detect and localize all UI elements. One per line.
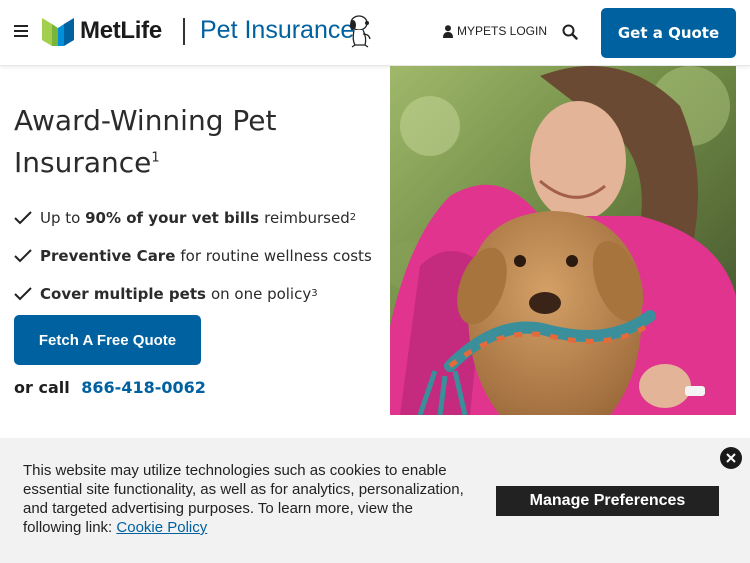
benefit-text: reimbursed bbox=[264, 209, 350, 227]
benefits-list: Up to 90% of your vet bills reimbursed 2 … bbox=[14, 199, 372, 313]
cookie-message: This website may utilize technologies su… bbox=[23, 461, 473, 537]
call-line: or call 866-418-0062 bbox=[14, 378, 206, 397]
title-footnote: 1 bbox=[151, 150, 160, 166]
cookie-policy-link[interactable]: Cookie Policy bbox=[116, 519, 207, 536]
product-name[interactable]: Pet Insurance bbox=[200, 16, 354, 45]
brand-name[interactable]: MetLife bbox=[80, 17, 162, 45]
hero-photo bbox=[390, 66, 736, 415]
check-icon bbox=[14, 287, 32, 301]
close-icon[interactable] bbox=[720, 447, 742, 469]
benefit-highlight: Cover multiple pets bbox=[40, 285, 206, 303]
benefit-text: on one policy bbox=[210, 285, 312, 303]
menu-icon[interactable] bbox=[14, 25, 28, 37]
call-label: or call bbox=[14, 378, 70, 397]
benefit-text: for routine wellness costs bbox=[180, 247, 372, 265]
benefit-text: Up to bbox=[40, 209, 81, 227]
benefit-highlight: 90% of your vet bills bbox=[85, 209, 260, 227]
benefit-item: Up to 90% of your vet bills reimbursed 2 bbox=[14, 199, 372, 237]
cookie-text: This website may utilize technologies su… bbox=[23, 462, 464, 536]
snoopy-icon bbox=[350, 15, 371, 48]
site-header: MetLife Pet Insurance MYPETS LOGIN Get a… bbox=[0, 0, 750, 66]
fetch-free-quote-button[interactable]: Fetch A Free Quote bbox=[14, 315, 201, 365]
benefit-highlight: Preventive Care bbox=[40, 247, 176, 265]
page-title: Award-Winning Pet Insurance1 bbox=[14, 104, 277, 179]
metlife-logo-icon[interactable] bbox=[42, 18, 74, 46]
user-icon bbox=[443, 24, 453, 38]
get-a-quote-button[interactable]: Get a Quote bbox=[601, 8, 736, 58]
benefit-item: Preventive Care for routine wellness cost… bbox=[14, 237, 372, 275]
login-label: MYPETS LOGIN bbox=[457, 24, 548, 38]
search-icon[interactable] bbox=[562, 24, 578, 40]
cookie-banner: This website may utilize technologies su… bbox=[0, 438, 750, 563]
check-icon bbox=[14, 211, 32, 225]
benefit-item: Cover multiple pets on one policy 3 bbox=[14, 275, 372, 313]
phone-link[interactable]: 866-418-0062 bbox=[81, 378, 206, 397]
mypets-login-link[interactable]: MYPETS LOGIN bbox=[443, 24, 547, 38]
header-divider bbox=[183, 18, 185, 45]
manage-preferences-button[interactable]: Manage Preferences bbox=[496, 486, 719, 516]
check-icon bbox=[14, 249, 32, 263]
